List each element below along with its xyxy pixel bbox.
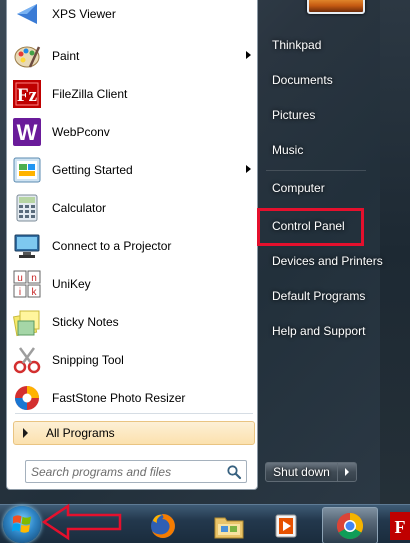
program-item-unikey[interactable]: unik UniKey (9, 266, 255, 302)
place-default-programs[interactable]: Default Programs (272, 289, 365, 303)
shutdown-options-button[interactable] (338, 462, 357, 482)
svg-text:Fz: Fz (17, 85, 38, 106)
program-item-snipping-tool[interactable]: Snipping Tool (9, 342, 255, 378)
faststone-icon (11, 382, 43, 414)
unikey-icon: unik (11, 268, 43, 300)
search-box[interactable] (25, 460, 247, 483)
filezilla-icon: Fz (11, 78, 43, 110)
svg-text:n: n (31, 273, 37, 284)
program-item-getting-started[interactable]: Getting Started (9, 152, 255, 188)
taskbar-filezilla[interactable]: F (388, 507, 410, 543)
program-label: Getting Started (52, 163, 133, 177)
all-programs-button[interactable]: All Programs (13, 421, 255, 445)
chrome-icon (336, 512, 364, 539)
user-account-picture[interactable] (307, 0, 365, 14)
taskbar-windows-explorer[interactable] (205, 507, 253, 543)
program-item-webpconv[interactable]: W WebPconv (9, 114, 255, 150)
media-player-icon (275, 514, 297, 537)
place-pictures[interactable]: Pictures (272, 108, 315, 122)
taskbar-firefox[interactable] (139, 507, 187, 543)
program-item-projector[interactable]: Connect to a Projector (9, 228, 255, 264)
place-documents[interactable]: Documents (272, 73, 333, 87)
sticky-notes-icon (11, 306, 43, 338)
svg-text:F: F (395, 517, 406, 537)
start-menu-program-list: XPS Viewer Paint Fz FileZilla Client W W… (6, 0, 258, 490)
program-label: FastStone Photo Resizer (52, 391, 186, 405)
submenu-arrow-icon[interactable] (246, 165, 251, 173)
svg-text:W: W (17, 120, 38, 145)
xps-viewer-icon (11, 0, 43, 30)
place-music[interactable]: Music (272, 143, 303, 157)
program-label: Paint (52, 49, 80, 63)
program-item-filezilla[interactable]: Fz FileZilla Client (9, 76, 255, 112)
places-divider (266, 170, 366, 171)
search-input[interactable] (26, 462, 226, 481)
shutdown-button[interactable]: Shut down (265, 462, 338, 482)
program-label: FileZilla Client (52, 87, 128, 101)
search-icon[interactable] (226, 464, 242, 480)
shutdown-control: Shut down (265, 462, 357, 482)
calculator-icon (11, 192, 43, 224)
program-label: Connect to a Projector (52, 239, 172, 253)
taskbar-chrome[interactable] (322, 507, 378, 543)
program-item-faststone[interactable]: FastStone Photo Resizer (9, 380, 255, 416)
firefox-icon (151, 513, 175, 538)
control-panel-highlight-box (257, 208, 364, 246)
place-computer[interactable]: Computer (272, 181, 325, 195)
all-programs-label: All Programs (46, 426, 115, 440)
windows-explorer-icon (214, 517, 244, 538)
filezilla-icon: F (390, 511, 410, 540)
snipping-tool-icon (11, 344, 43, 376)
svg-text:u: u (17, 273, 23, 284)
chevron-right-icon (345, 468, 349, 476)
place-thinkpad[interactable]: Thinkpad (272, 38, 321, 52)
program-label: WebPconv (52, 125, 110, 139)
webpconv-icon: W (11, 116, 43, 148)
getting-started-icon (11, 154, 43, 186)
taskbar-media-player[interactable] (262, 507, 310, 543)
start-orb-button[interactable] (3, 506, 41, 543)
svg-text:i: i (19, 287, 21, 298)
program-label: Snipping Tool (52, 353, 124, 367)
paint-icon (11, 40, 43, 72)
program-label: Sticky Notes (52, 315, 119, 329)
place-devices-and-printers[interactable]: Devices and Printers (272, 254, 383, 268)
program-list-divider (15, 413, 253, 414)
program-label: XPS Viewer (52, 7, 116, 21)
program-item-paint[interactable]: Paint (9, 38, 255, 74)
program-label: UniKey (52, 277, 91, 291)
annotation-arrow (41, 503, 122, 541)
expand-arrow-icon (23, 428, 28, 438)
place-help-and-support[interactable]: Help and Support (272, 324, 365, 338)
program-label: Calculator (52, 201, 107, 215)
program-item-xps-viewer[interactable]: XPS Viewer (9, 0, 255, 32)
program-item-sticky-notes[interactable]: Sticky Notes (9, 304, 255, 340)
windows-logo-icon (12, 515, 31, 533)
projector-icon (11, 230, 43, 262)
submenu-arrow-icon[interactable] (246, 51, 251, 59)
program-item-calculator[interactable]: Calculator (9, 190, 255, 226)
